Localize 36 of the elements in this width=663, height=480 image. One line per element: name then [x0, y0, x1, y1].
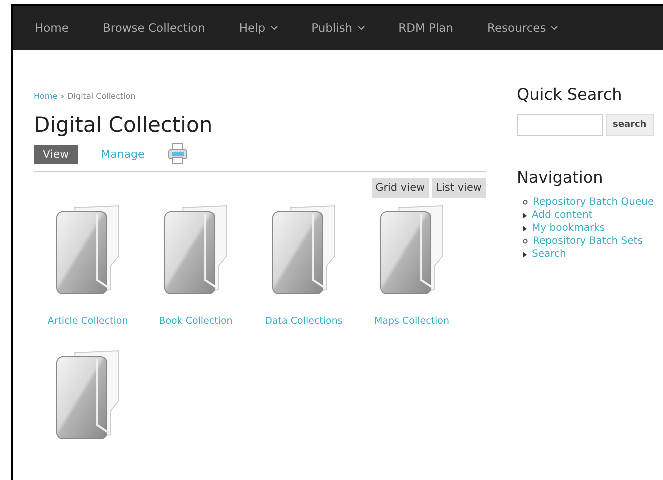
breadcrumb-link[interactable]: Home: [34, 92, 58, 101]
collection-link[interactable]: Article Collection: [48, 316, 128, 327]
chevron-down-icon: [358, 26, 365, 30]
nav-link[interactable]: Publish: [312, 21, 365, 35]
navigation-link[interactable]: Repository Batch Sets: [533, 236, 643, 247]
nav-link[interactable]: Help: [239, 21, 278, 35]
chevron-down-icon: [270, 26, 278, 30]
tab[interactable]: View: [34, 144, 78, 164]
chevron-down-icon: [551, 26, 558, 30]
printer-icon[interactable]: [168, 143, 188, 165]
navigation-link[interactable]: My bookmarks: [532, 223, 606, 234]
view-button[interactable]: Grid view: [372, 178, 430, 198]
nav-link[interactable]: RDM Plan: [398, 21, 454, 35]
view-button[interactable]: List view: [432, 178, 486, 198]
triangle-bullet-icon: [523, 252, 527, 258]
quick-search-heading: Quick Search: [517, 85, 624, 104]
search-button[interactable]: search: [606, 114, 654, 136]
nav-link[interactable]: Resources: [488, 21, 558, 35]
tab[interactable]: Manage: [92, 144, 154, 164]
page-title: Digital Collection: [34, 113, 214, 137]
triangle-bullet-icon: [523, 212, 527, 218]
search-field[interactable]: [517, 114, 603, 136]
nav-link[interactable]: Browse Collection: [102, 21, 206, 35]
nav-link[interactable]: Home: [35, 21, 69, 35]
collection-link[interactable]: Data Collections: [265, 316, 343, 327]
navigation-link[interactable]: Repository Batch Queue: [533, 197, 654, 208]
breadcrumb-separator: »: [60, 92, 66, 101]
circle-bullet-icon: [523, 200, 528, 205]
navigation-link[interactable]: Search: [532, 249, 566, 260]
collection-link[interactable]: Maps Collection: [374, 316, 450, 327]
navigation-heading: Navigation: [517, 168, 604, 187]
breadcrumb-current: Digital Collection: [68, 92, 136, 101]
collection-link[interactable]: Book Collection: [159, 316, 233, 327]
triangle-bullet-icon: [523, 226, 527, 232]
circle-bullet-icon: [523, 239, 528, 244]
navigation-link[interactable]: Add content: [532, 210, 593, 221]
